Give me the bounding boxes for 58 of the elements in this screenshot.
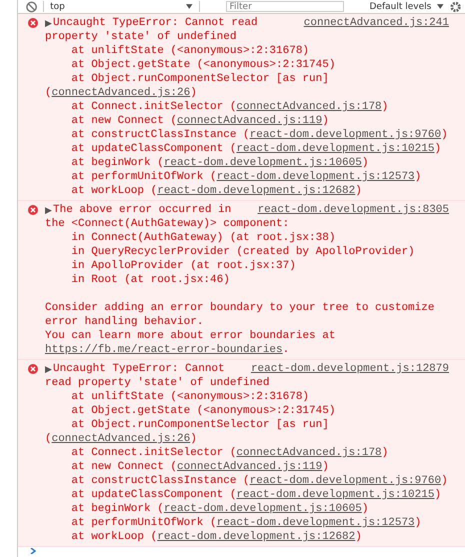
stack-frame: at constructClassInstance (react-dom.development.js:9760) — [45, 128, 449, 142]
source-link[interactable]: connectAdvanced.js:178 — [236, 101, 382, 113]
source-link[interactable]: react-dom.development.js:10605 — [164, 157, 362, 169]
error-message: property 'state' of undefined — [45, 30, 238, 44]
source-link[interactable]: react-dom.development.js:8305 — [258, 203, 449, 217]
source-link[interactable]: react-dom.development.js:12573 — [216, 171, 415, 183]
message-text: You can learn more about error boundaries at https://fb.me/react-error-boundaries. — [45, 329, 336, 357]
expand-toggle[interactable]: ▶ — [45, 16, 53, 30]
stack-frame: at beginWork (react-dom.development.js:10605) — [45, 156, 449, 170]
source-link[interactable]: connectAdvanced.js:178 — [236, 447, 382, 459]
message-text: Consider adding an error boundary to your tree to customize error handling behavior. — [45, 301, 436, 329]
error-message: read property 'state' of undefined — [45, 376, 270, 390]
stack-frame: at updateClassComponent (react-dom.development.js:10215) — [45, 488, 449, 502]
source-link[interactable]: react-dom.development.js:10215 — [236, 143, 434, 155]
error-message: Uncaught TypeError: Cannot — [53, 362, 225, 376]
error-message: Uncaught TypeError: Cannot read — [53, 16, 258, 30]
stack-frame: at beginWork (react-dom.development.js:10605) — [45, 502, 449, 516]
stack-frame: at Connect.initSelector (connectAdvanced.js:178) — [45, 446, 449, 460]
filter-field[interactable]: Filter — [226, 1, 344, 12]
source-link[interactable]: react-dom.development.js:9760 — [250, 129, 442, 141]
expand-toggle[interactable]: ▶ — [45, 203, 53, 217]
stack-frame: at Object.runComponentSelector [as run] (connectAdvanced.js:26) — [45, 72, 449, 100]
source-link[interactable]: react-dom.development.js:12682 — [157, 531, 356, 543]
docs-link[interactable]: https://fb.me/react-error-boundaries — [45, 344, 283, 356]
stack-frame: at constructClassInstance (react-dom.development.js:9760) — [45, 474, 449, 488]
source-link[interactable]: react-dom.development.js:12879 — [250, 362, 449, 376]
stack-frame: at Object.getState (<anonymous>:2:31745) — [45, 58, 449, 72]
stack-frame: at Object.runComponentSelector [as run] (connectAdvanced.js:26) — [45, 418, 449, 446]
stack-frame: in ApolloProvider (at root.jsx:37) — [45, 259, 449, 273]
source-link[interactable]: connectAdvanced.js:26 — [52, 433, 190, 445]
stack-frame: in Connect(AuthGateway) (at root.jsx:38) — [45, 231, 449, 245]
source-link[interactable]: connectAdvanced.js:26 — [52, 87, 190, 99]
stack-frame: at unliftState (<anonymous>:2:31678) — [45, 44, 449, 58]
stack-frame: at Object.getState (<anonymous>:2:31745) — [45, 404, 449, 418]
source-link[interactable]: connectAdvanced.js:241 — [304, 16, 449, 30]
source-link[interactable]: react-dom.development.js:12573 — [216, 517, 415, 529]
stack-frame: at workLoop (react-dom.development.js:12682) — [45, 530, 449, 544]
source-link[interactable]: react-dom.development.js:10605 — [164, 503, 362, 515]
stack-frame: at new Connect (connectAdvanced.js:119) — [45, 114, 449, 128]
stack-frame: at workLoop (react-dom.development.js:12682) — [45, 184, 449, 198]
error-message: The above error occurred in — [53, 203, 232, 217]
source-link[interactable]: connectAdvanced.js:119 — [177, 461, 322, 473]
stack-frame: at new Connect (connectAdvanced.js:119) — [45, 460, 449, 474]
stack-frame: in Root (at root.jsx:46) — [45, 273, 449, 287]
expand-toggle[interactable]: ▶ — [45, 362, 53, 376]
context-selector[interactable]: top — [50, 2, 180, 12]
stack-frame: at performUnitOfWork (react-dom.development.js:12573) — [45, 170, 449, 184]
source-link[interactable]: react-dom.development.js:10215 — [236, 489, 434, 501]
stack-frame: at unliftState (<anonymous>:2:31678) — [45, 390, 449, 404]
source-link[interactable]: connectAdvanced.js:119 — [177, 115, 322, 127]
error-message: the <Connect(AuthGateway)> component: — [45, 217, 290, 231]
levels-dropdown[interactable]: Default levels — [370, 2, 432, 12]
source-link[interactable]: react-dom.development.js:9760 — [250, 475, 442, 487]
stack-frame: in QueryRecyclerProvider (created by ApolloProvider) — [45, 245, 449, 259]
stack-frame: at Connect.initSelector (connectAdvanced.js:178) — [45, 100, 449, 114]
source-link[interactable]: react-dom.development.js:12682 — [157, 185, 356, 197]
stack-frame: at updateClassComponent (react-dom.development.js:10215) — [45, 142, 449, 156]
stack-frame: at performUnitOfWork (react-dom.development.js:12573) — [45, 516, 449, 530]
